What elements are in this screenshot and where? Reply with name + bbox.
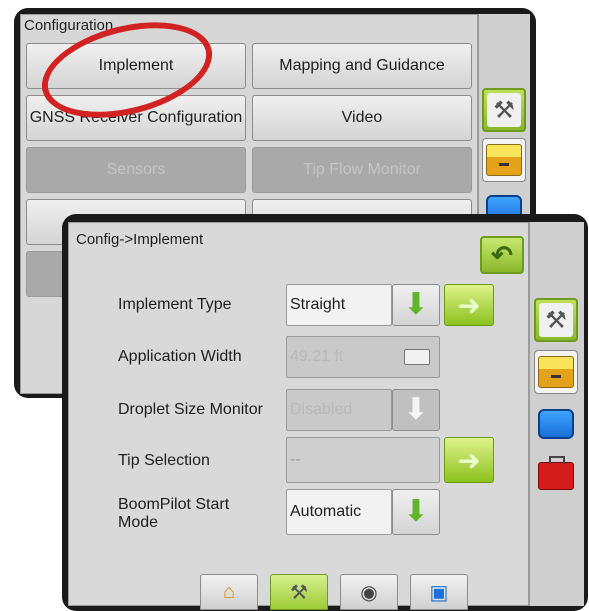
gauge-icon[interactable]: ◉: [340, 574, 398, 610]
drawer-icon[interactable]: [534, 350, 578, 394]
tools-icon[interactable]: ⚒: [482, 88, 526, 132]
arrow-right-icon: ➜: [457, 289, 481, 321]
tip-selection-value[interactable]: --: [286, 437, 440, 483]
tools-icon[interactable]: ⚒: [534, 298, 578, 342]
toolbox-icon[interactable]: [534, 454, 578, 498]
droplet-size-monitor-label: Droplet Size Monitor: [118, 401, 263, 418]
implement-type-next-button[interactable]: ➜: [444, 284, 494, 326]
arrow-down-icon: ⬇: [403, 495, 429, 528]
tip-selection-label: Tip Selection: [118, 452, 210, 469]
bottom-nav-bar: ⌂ ⚒ ◉ ▣: [195, 574, 473, 610]
implement-type-value[interactable]: Straight: [286, 284, 392, 326]
video-button[interactable]: Video: [252, 95, 472, 141]
screen-icon[interactable]: [534, 402, 578, 446]
keypad-icon: [404, 349, 430, 365]
mapping-guidance-button[interactable]: Mapping and Guidance: [252, 43, 472, 89]
application-width-label: Application Width: [118, 348, 242, 365]
home-icon[interactable]: ⌂: [200, 574, 258, 610]
arrow-right-icon: ➜: [457, 444, 481, 476]
back-arrow-icon[interactable]: ↶: [480, 236, 524, 274]
page-title: Config->Implement: [76, 231, 204, 248]
boompilot-start-mode-dropdown-button[interactable]: ⬇: [392, 489, 440, 535]
drawer-icon[interactable]: [482, 138, 526, 182]
tools-icon[interactable]: ⚒: [270, 574, 328, 610]
droplet-size-monitor-dropdown-button: ⬇: [392, 389, 440, 431]
arrow-down-icon: ⬇: [403, 288, 429, 321]
boompilot-start-mode-value[interactable]: Automatic: [286, 489, 392, 535]
screens-icon[interactable]: ▣: [410, 574, 468, 610]
tip-selection-next-button[interactable]: ➜: [444, 437, 494, 483]
sensors-button: Sensors: [26, 147, 246, 193]
tip-flow-monitor-button: Tip Flow Monitor: [252, 147, 472, 193]
implement-type-dropdown-button[interactable]: ⬇: [392, 284, 440, 326]
droplet-size-monitor-value: Disabled: [286, 389, 392, 431]
implement-type-label: Implement Type: [118, 296, 232, 313]
boompilot-start-mode-label: BoomPilot Start Mode: [118, 496, 230, 531]
arrow-down-icon: ⬇: [403, 393, 429, 426]
